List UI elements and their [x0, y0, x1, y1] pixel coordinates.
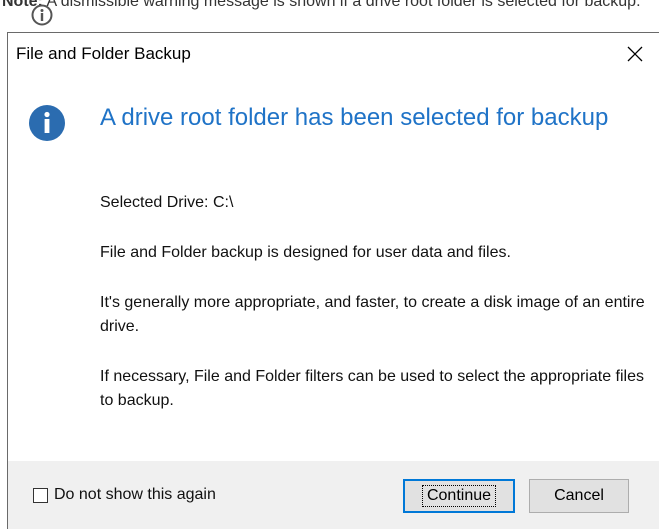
dialog-heading: A drive root folder has been selected fo…	[100, 104, 609, 131]
close-icon	[627, 46, 643, 62]
do-not-show-checkbox-row[interactable]: Do not show this again	[33, 486, 216, 504]
info-icon	[29, 105, 65, 141]
note-text: Note: A dismissible warning message is s…	[2, 0, 641, 11]
continue-button[interactable]: Continue	[403, 479, 515, 513]
note-message: A dismissible warning message is shown i…	[42, 0, 641, 10]
dialog-body: A drive root folder has been selected fo…	[8, 75, 659, 461]
message-paragraph-1: File and Folder backup is designed for u…	[100, 244, 511, 261]
do-not-show-label[interactable]: Do not show this again	[54, 486, 216, 504]
selected-drive-text: Selected Drive: C:\	[100, 194, 234, 211]
dialog-window: File and Folder Backup A drive root fold…	[7, 32, 659, 529]
dialog-footer: Do not show this again Continue Cancel	[8, 461, 659, 529]
dialog-title: File and Folder Backup	[16, 44, 191, 63]
dialog-titlebar: File and Folder Backup	[8, 33, 659, 75]
cancel-button[interactable]: Cancel	[529, 479, 629, 513]
page: Note: A dismissible warning message is s…	[0, 0, 659, 529]
close-button[interactable]	[620, 39, 650, 69]
message-paragraph-2: It's generally more appropriate, and fas…	[100, 294, 645, 335]
info-circle-icon	[31, 4, 53, 26]
continue-button-label: Continue	[421, 485, 497, 507]
do-not-show-checkbox[interactable]	[33, 487, 48, 503]
message-paragraph-3: If necessary, File and Folder filters ca…	[100, 368, 644, 409]
